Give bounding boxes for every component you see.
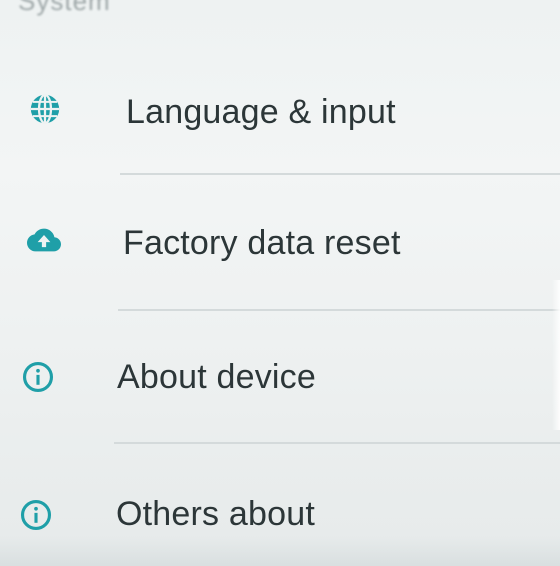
info-icon — [22, 361, 54, 393]
settings-item-language-input[interactable]: Language & input — [0, 45, 560, 175]
divider — [114, 442, 560, 444]
info-icon — [20, 499, 52, 531]
divider — [118, 309, 560, 311]
settings-item-factory-data-reset[interactable]: Factory data reset — [0, 180, 560, 310]
cloud-upload-icon — [27, 228, 61, 252]
settings-screen: System Language & input Factory data res… — [0, 0, 560, 566]
settings-list: Language & input Factory data reset Abou… — [0, 0, 560, 566]
settings-item-label: Factory data reset — [123, 224, 401, 262]
bottom-fade — [0, 536, 560, 566]
settings-item-label: Others about — [116, 495, 315, 533]
settings-item-label: Language & input — [126, 93, 396, 131]
divider — [120, 173, 560, 175]
settings-item-label: About device — [117, 358, 316, 396]
screen-edge-glare — [552, 280, 560, 430]
globe-icon — [30, 93, 60, 125]
settings-item-about-device[interactable]: About device — [0, 312, 560, 442]
